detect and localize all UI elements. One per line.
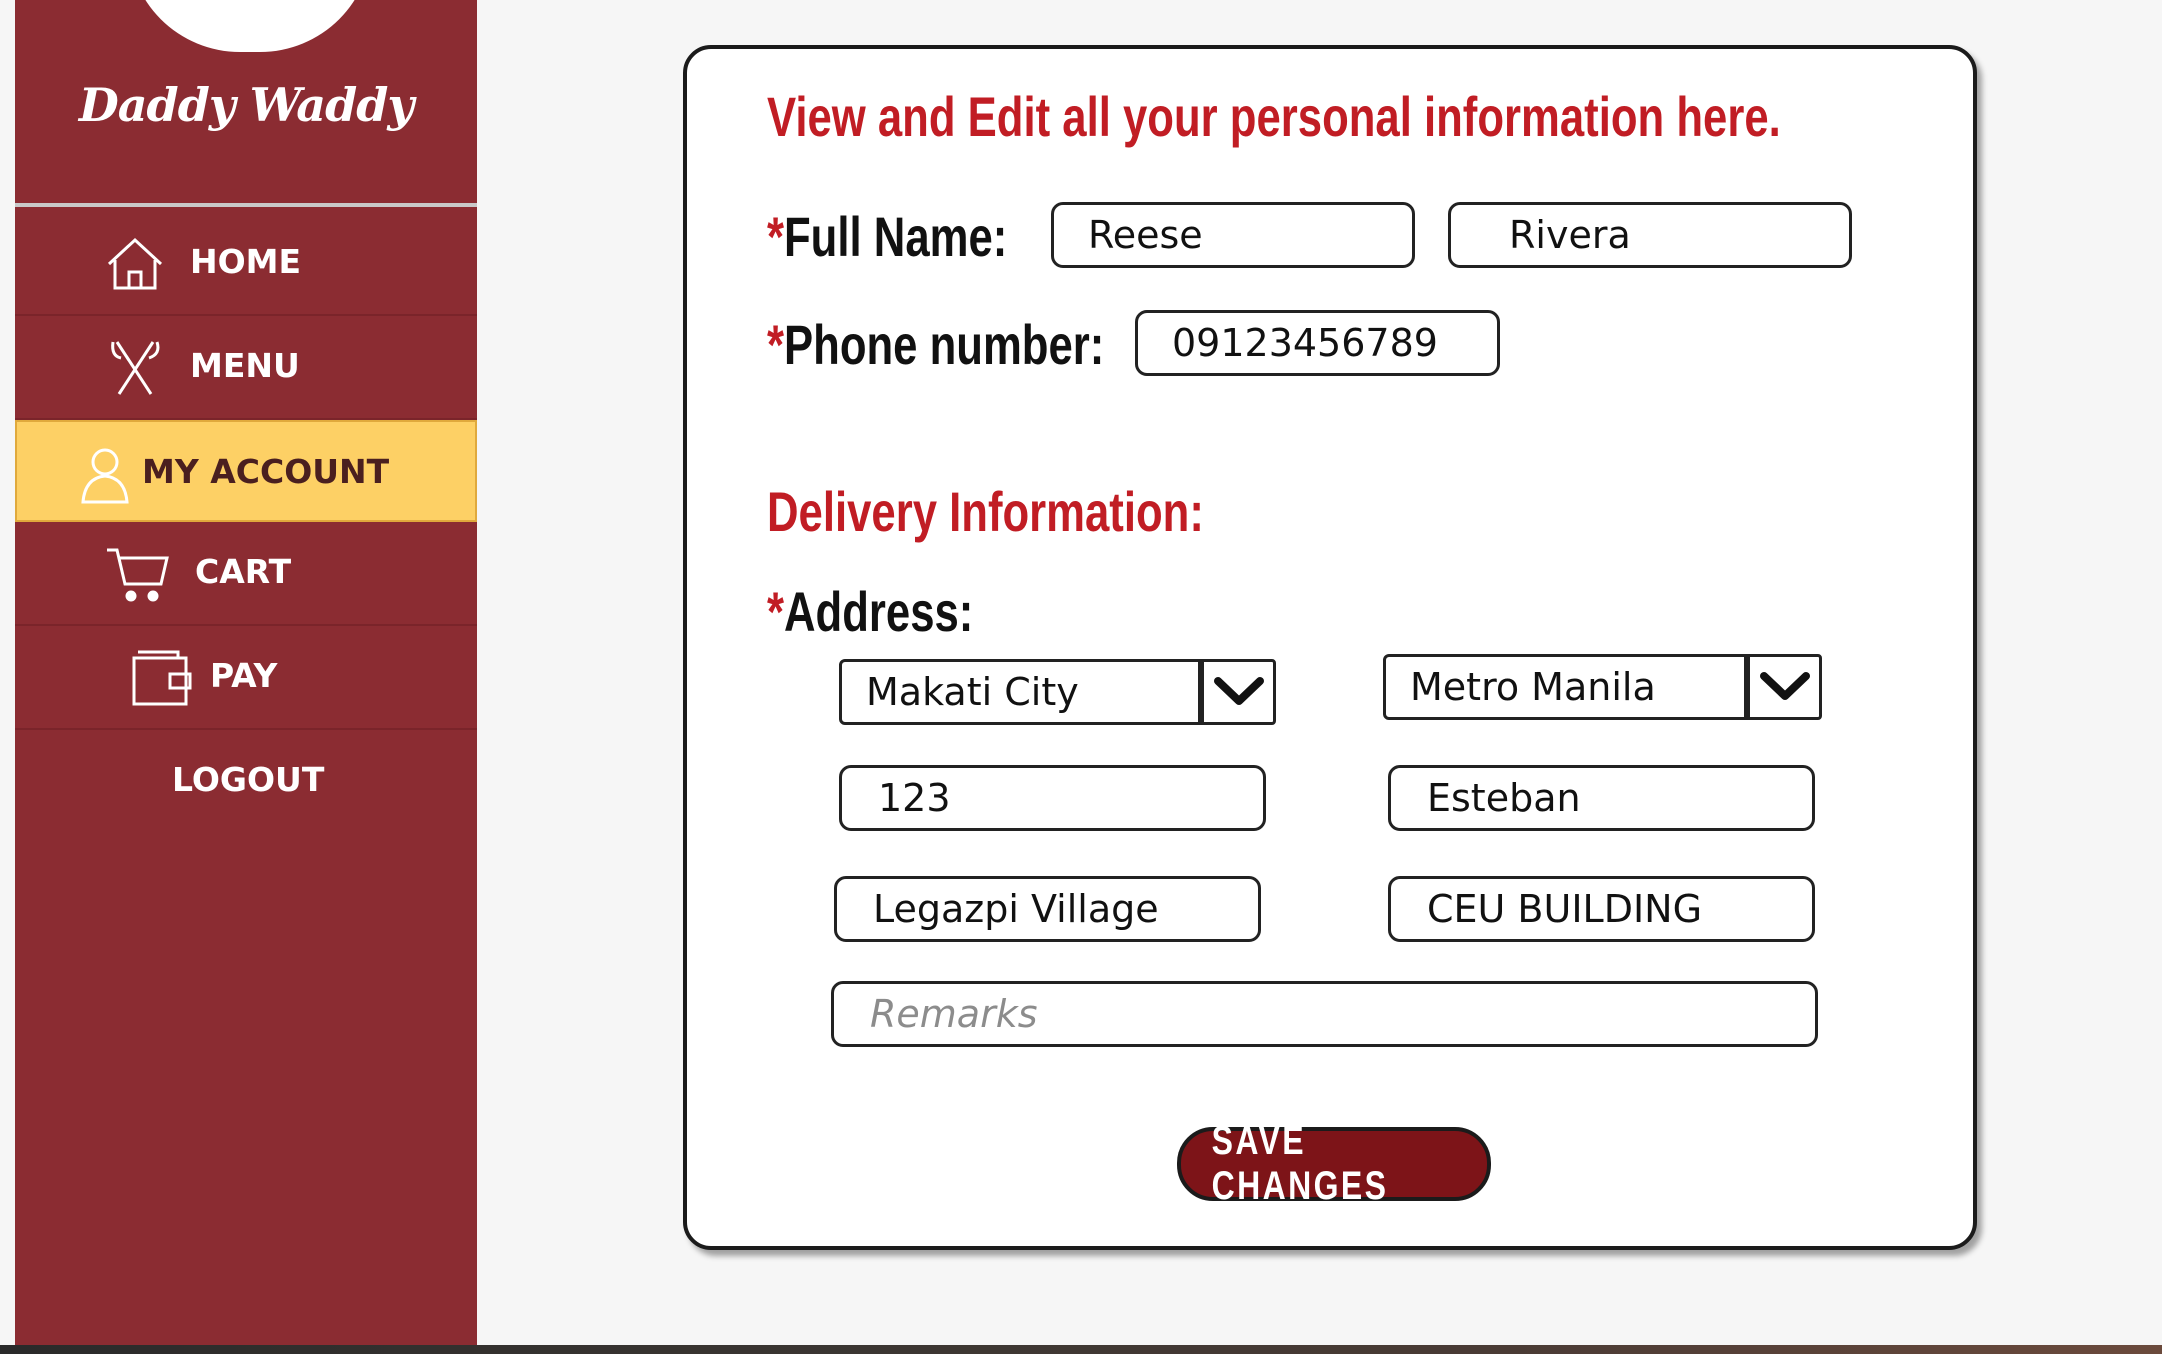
chevron-down-icon xyxy=(1213,677,1264,705)
address-label-text: Address: xyxy=(784,580,974,643)
brand-area: Daddy Waddy xyxy=(15,0,477,207)
save-changes-button[interactable]: SAVE CHANGES xyxy=(1177,1119,1491,1208)
nav-label-logout: LOGOUT xyxy=(172,760,325,799)
phone-label-text: Phone number: xyxy=(784,313,1105,376)
nav-item-cart[interactable]: CART xyxy=(15,522,477,626)
account-form-card: View and Edit all your personal informat… xyxy=(683,45,1977,1250)
cart-icon xyxy=(105,544,169,604)
full-name-label-text: Full Name: xyxy=(784,205,1008,268)
remarks-field[interactable]: Remarks xyxy=(831,981,1818,1047)
save-changes-label: SAVE CHANGES xyxy=(1211,1119,1389,1208)
city-dropdown-button[interactable] xyxy=(1201,659,1276,725)
chevron-down-icon xyxy=(1759,672,1810,700)
sidebar: Daddy Waddy HOME MENU MY ACCOUNT CART PA… xyxy=(15,0,477,1345)
page-title: View and Edit all your personal informat… xyxy=(767,85,1781,148)
building-field[interactable]: CEU BUILDING xyxy=(1388,876,1815,942)
required-mark: * xyxy=(767,580,785,643)
delivery-heading: Delivery Information: xyxy=(767,480,1204,543)
phone-label: *Phone number: xyxy=(767,312,1104,377)
phone-field[interactable]: 09123456789 xyxy=(1135,310,1500,376)
home-icon xyxy=(105,234,165,294)
required-mark: * xyxy=(767,313,785,376)
city-select[interactable]: Makati City xyxy=(839,659,1201,725)
street-field[interactable]: Esteban xyxy=(1388,765,1815,831)
nav-item-pay[interactable]: PAY xyxy=(15,626,477,730)
brand-name: Daddy Waddy xyxy=(78,78,414,132)
user-icon xyxy=(77,444,137,504)
nav-item-my-account[interactable]: MY ACCOUNT xyxy=(15,420,477,522)
nav-label-home: HOME xyxy=(190,242,302,281)
wallet-icon xyxy=(130,648,192,708)
nav-label-my-account: MY ACCOUNT xyxy=(142,452,390,491)
sidebar-nav: HOME MENU MY ACCOUNT CART PAY LOGOUT xyxy=(15,212,477,834)
address-label: *Address: xyxy=(767,579,973,644)
full-name-label: *Full Name: xyxy=(767,204,1007,269)
bottom-strip xyxy=(0,1345,2162,1354)
nav-label-pay: PAY xyxy=(210,656,278,695)
last-name-field[interactable]: Rivera xyxy=(1448,202,1852,268)
required-mark: * xyxy=(767,205,785,268)
barangay-field[interactable]: Legazpi Village xyxy=(834,876,1261,942)
house-number-field[interactable]: 123 xyxy=(839,765,1266,831)
first-name-field[interactable]: Reese xyxy=(1051,202,1415,268)
nav-item-menu[interactable]: MENU xyxy=(15,316,477,420)
nav-label-cart: CART xyxy=(195,552,292,591)
region-select[interactable]: Metro Manila xyxy=(1383,654,1747,720)
region-dropdown-button[interactable] xyxy=(1747,654,1822,720)
nav-label-menu: MENU xyxy=(190,346,300,385)
nav-item-logout[interactable]: LOGOUT xyxy=(15,730,477,834)
utensils-icon xyxy=(105,338,165,398)
brand-logo[interactable] xyxy=(128,0,372,52)
nav-item-home[interactable]: HOME xyxy=(15,212,477,316)
